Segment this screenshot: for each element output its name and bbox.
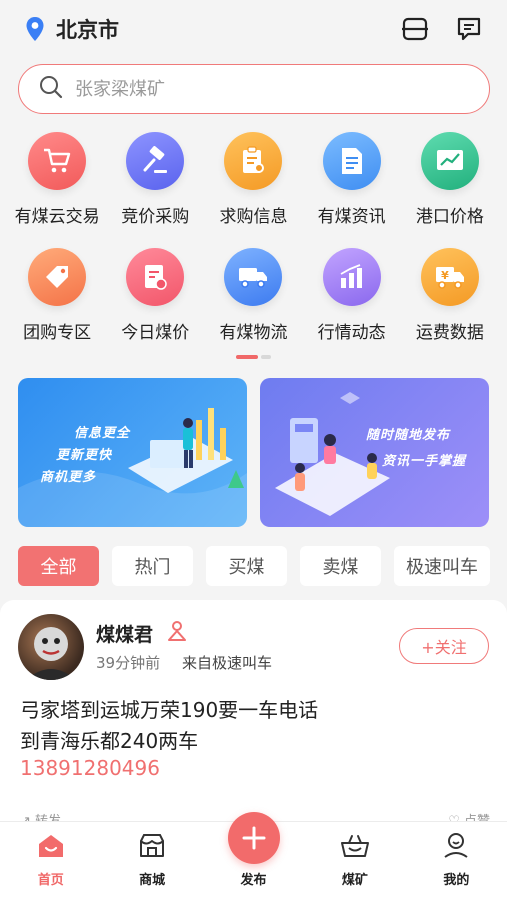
feed-post-card: 煤煤君 39分钟前 来自极速叫车 +关注 弓家塔到运城万荣190要一车电话 到青…	[0, 600, 507, 830]
category-coal-cloud-trade[interactable]: 有煤云交易	[10, 132, 105, 227]
banner-line: 随时随地发布	[366, 428, 451, 443]
filter-buy-coal[interactable]: 买煤	[206, 546, 287, 586]
tab-label: 我的	[443, 873, 470, 888]
price-sheet-icon	[126, 248, 185, 306]
filter-hot[interactable]: 热门	[112, 546, 193, 586]
home-screen: 北京市 有煤云交易 竞价采购	[0, 0, 507, 900]
clipboard-search-icon	[224, 132, 283, 190]
cart-icon	[28, 132, 87, 190]
category-market-trends[interactable]: 行情动态	[304, 248, 399, 343]
category-label: 团购专区	[23, 323, 92, 343]
message-icon[interactable]	[455, 15, 483, 43]
home-icon	[37, 833, 65, 863]
banner-line: 商机更多	[40, 470, 97, 485]
tag-icon	[28, 248, 87, 306]
search-input[interactable]	[75, 78, 455, 100]
post-author-name[interactable]: 煤煤君	[96, 620, 153, 647]
category-coal-news[interactable]: 有煤资讯	[304, 132, 399, 227]
chart-icon	[420, 132, 479, 190]
profile-icon	[442, 831, 470, 863]
feed-filter-tabs: 全部 热门 买煤 卖煤 极速叫车	[18, 546, 490, 586]
category-label: 行情动态	[317, 323, 386, 343]
pager-dot	[261, 355, 271, 359]
category-label: 港口价格	[415, 207, 484, 227]
post-time: 39分钟前	[96, 654, 161, 672]
post-content-line: 弓家塔到运城万荣190要一车电话	[20, 698, 319, 722]
category-grid-row-2: 团购专区 今日煤价 有煤物流 行情动态 ¥ 运费数据	[0, 248, 507, 343]
city-label[interactable]: 北京市	[56, 14, 119, 44]
category-label: 今日煤价	[121, 323, 190, 343]
bottom-tab-bar: 首页 商城 发布 煤矿 我的	[0, 812, 507, 900]
category-label: 竞价采购	[121, 207, 190, 227]
post-phone-link[interactable]: 13891280496	[20, 756, 160, 780]
category-label: 求购信息	[219, 207, 288, 227]
category-label: 有煤云交易	[14, 207, 100, 227]
category-coal-logistics[interactable]: 有煤物流	[206, 248, 301, 343]
tab-profile[interactable]: 我的	[406, 822, 507, 900]
tab-label: 发布	[240, 873, 267, 888]
category-label: 有煤物流	[219, 323, 288, 343]
driver-badge-icon	[166, 620, 188, 642]
document-icon	[322, 132, 381, 190]
banner-line: 资讯一手掌握	[382, 454, 467, 469]
search-bar[interactable]	[18, 64, 490, 114]
pager-dot-active	[236, 355, 258, 359]
filter-sell-coal[interactable]: 卖煤	[300, 546, 381, 586]
avatar[interactable]	[18, 614, 84, 680]
banner-info[interactable]: 信息更全 更新更快 商机更多	[18, 378, 247, 527]
svg-text:¥: ¥	[441, 269, 449, 282]
banner-illustration	[18, 408, 247, 527]
category-grid-row-1: 有煤云交易 竞价采购 求购信息 有煤资讯 港口价格	[0, 132, 507, 227]
category-bidding-purchase[interactable]: 竞价采购	[108, 132, 203, 227]
follow-button[interactable]: +关注	[399, 628, 489, 664]
filter-fast-car[interactable]: 极速叫车	[394, 546, 490, 586]
tab-label: 商城	[139, 873, 166, 888]
tab-label: 首页	[37, 873, 64, 888]
tab-store[interactable]: 商城	[101, 822, 202, 900]
category-group-buy[interactable]: 团购专区	[10, 248, 105, 343]
category-label: 有煤资讯	[317, 207, 386, 227]
filter-all[interactable]: 全部	[18, 546, 99, 586]
header-actions	[401, 15, 483, 43]
store-icon	[138, 833, 166, 863]
tab-home[interactable]: 首页	[0, 822, 101, 900]
publish-button[interactable]	[227, 812, 280, 864]
banner-publish[interactable]: 随时随地发布 资讯一手掌握	[260, 378, 489, 527]
post-content-line: 到青海乐都240两车	[20, 729, 199, 753]
tab-label: 煤矿	[341, 873, 368, 888]
category-label: 运费数据	[415, 323, 484, 343]
search-icon	[39, 75, 63, 103]
category-purchase-request[interactable]: 求购信息	[206, 132, 301, 227]
tab-coal-mine[interactable]: 煤矿	[304, 822, 405, 900]
coal-basket-icon	[340, 833, 370, 863]
category-freight-data[interactable]: ¥ 运费数据	[402, 248, 497, 343]
post-source: 来自极速叫车	[182, 654, 273, 672]
bar-chart-icon	[322, 248, 381, 306]
yen-truck-icon: ¥	[420, 248, 479, 306]
gavel-icon	[126, 132, 185, 190]
scan-icon[interactable]	[401, 15, 429, 43]
banner-line: 更新更快	[56, 448, 113, 463]
category-today-price[interactable]: 今日煤价	[108, 248, 203, 343]
plus-icon	[242, 826, 266, 850]
category-port-price[interactable]: 港口价格	[402, 132, 497, 227]
truck-icon	[224, 248, 283, 306]
tab-publish[interactable]: 发布	[203, 812, 304, 900]
location-pin-icon[interactable]	[24, 15, 46, 43]
category-pager	[236, 355, 271, 359]
top-bar: 北京市	[0, 0, 507, 58]
banner-line: 信息更全	[74, 426, 131, 441]
